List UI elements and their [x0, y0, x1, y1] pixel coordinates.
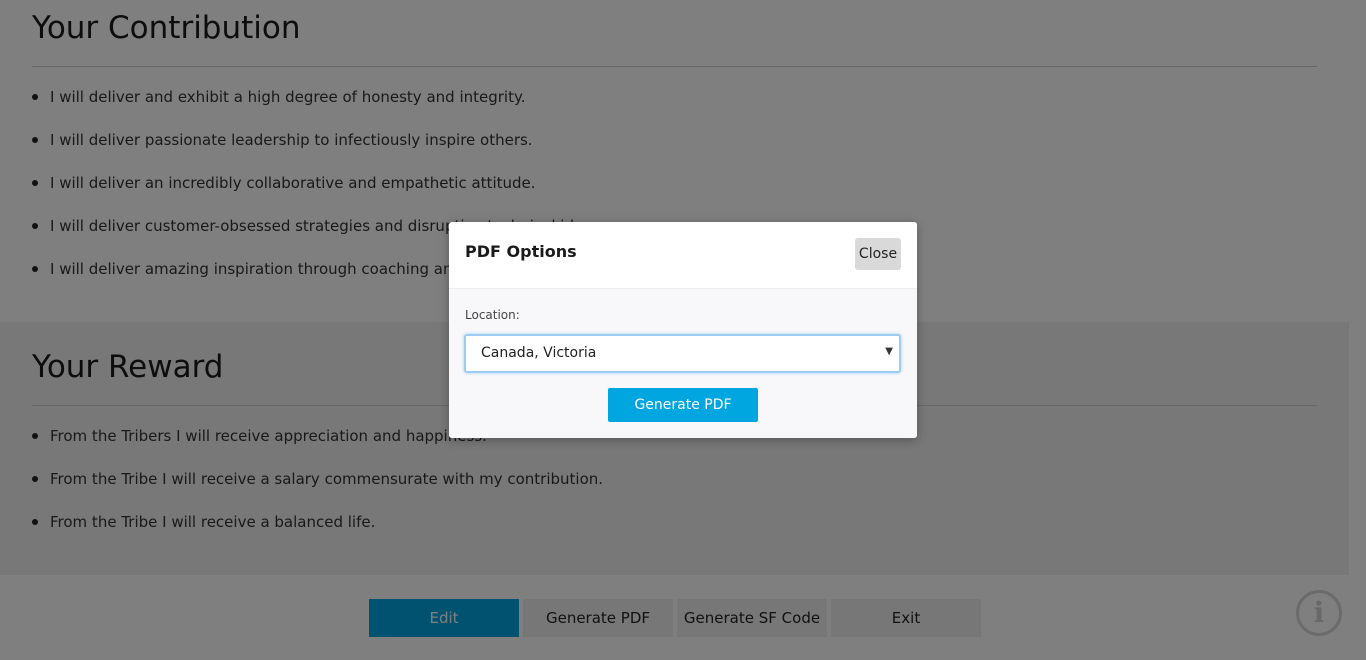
location-select-value: Canada, Victoria — [481, 345, 597, 361]
dropdown-arrow-icon: ▼ — [885, 346, 893, 357]
pdf-options-dialog: PDF Options Close Location: Canada, Vict… — [449, 222, 917, 438]
dialog-header: PDF Options Close — [449, 222, 917, 289]
page: Your Contribution I will deliver and exh… — [0, 0, 1366, 660]
dialog-generate-pdf-button[interactable]: Generate PDF — [608, 388, 758, 422]
dialog-body: Location: Canada, Victoria ▼ Generate PD… — [449, 289, 917, 438]
location-select[interactable]: Canada, Victoria ▼ — [464, 334, 901, 373]
close-button[interactable]: Close — [855, 238, 901, 270]
dialog-title: PDF Options — [465, 242, 577, 261]
location-label: Location: — [465, 308, 520, 322]
